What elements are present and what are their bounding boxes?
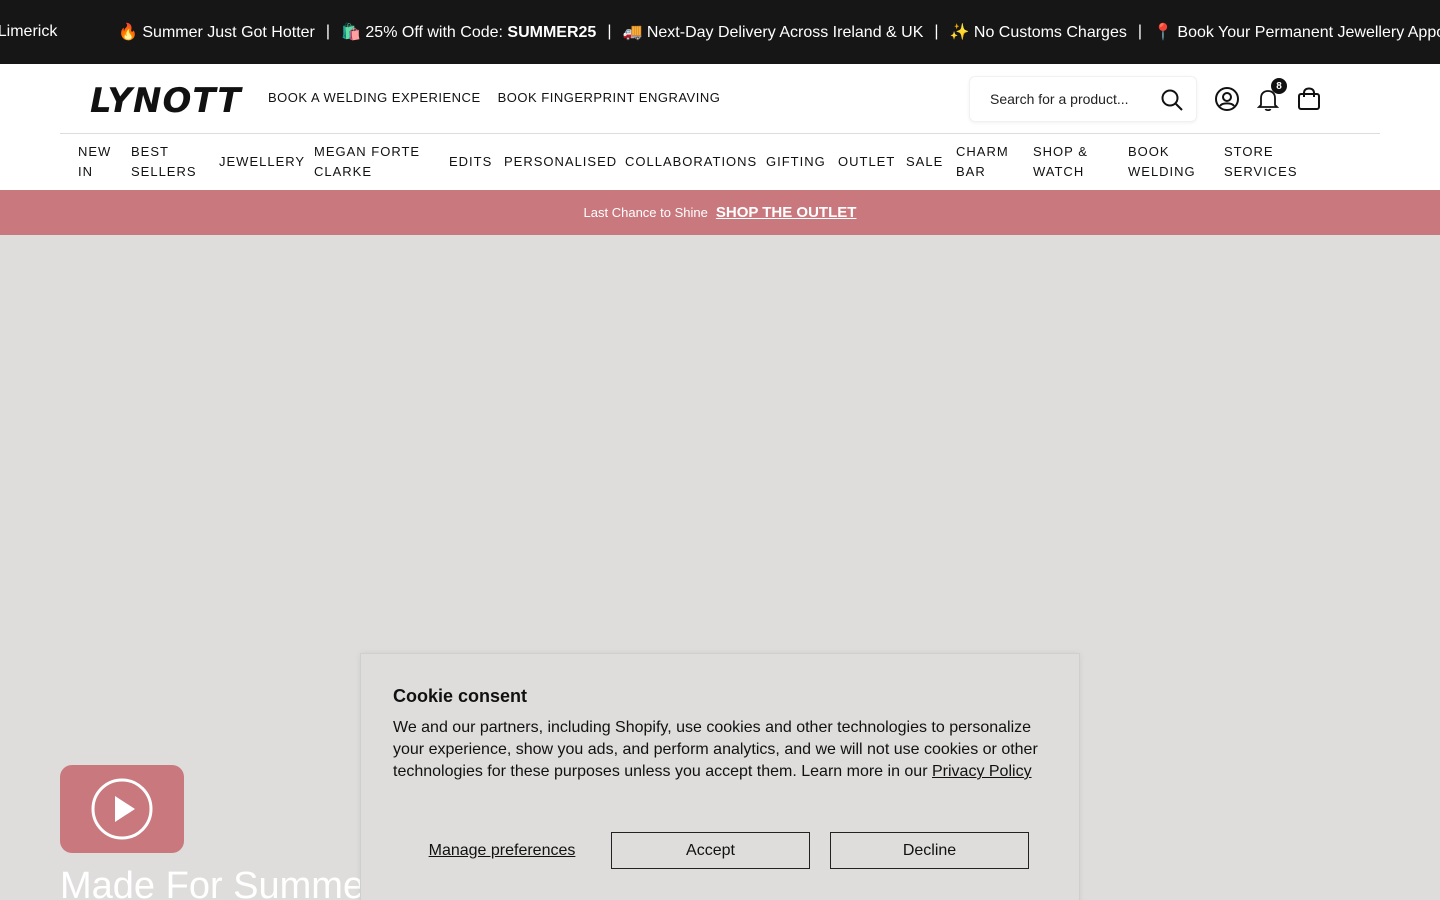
top-links: BOOK A WELDING EXPERIENCE BOOK FINGERPRI… <box>268 90 720 105</box>
site-header: LYNOTT BOOK A WELDING EXPERIENCE BOOK FI… <box>0 64 1440 190</box>
nav-item-gifting[interactable]: GIFTING <box>766 142 838 172</box>
search-placeholder: Search for a product... <box>990 91 1129 107</box>
search-input[interactable]: Search for a product... <box>969 76 1197 122</box>
announcement-separator: | <box>934 23 939 40</box>
book-fingerprint-engraving-link[interactable]: BOOK FINGERPRINT ENGRAVING <box>498 90 721 105</box>
play-button[interactable] <box>60 765 184 853</box>
cookie-body: We and our partners, including Shopify, … <box>393 719 1038 780</box>
accept-button[interactable]: Accept <box>611 832 810 869</box>
nav-item-megan-forte-clarke[interactable]: MEGAN FORTE CLARKE <box>314 142 449 182</box>
nav-item-sale[interactable]: SALE <box>906 142 956 172</box>
nav-item-new-in[interactable]: NEW IN <box>78 142 131 182</box>
announcement-item: 🔥 Summer Just Got Hotter <box>118 24 315 41</box>
announcement-item: 🚚 Next-Day Delivery Across Ireland & UK <box>622 24 924 41</box>
announcement-item[interactable]: 📍 Book Your Permanent Jewellery Appointm <box>1153 22 1440 42</box>
privacy-policy-link[interactable]: Privacy Policy <box>932 763 1032 780</box>
announcement-item: 🛍️ 25% Off with Code: SUMMER25 <box>341 24 597 41</box>
play-icon <box>91 778 153 840</box>
nav-item-shop-and-watch[interactable]: SHOP & WATCH <box>1033 142 1128 182</box>
logo[interactable]: LYNOTT <box>90 81 242 121</box>
announcement-track: 🔥 Summer Just Got Hotter | 🛍️ 25% Off wi… <box>118 0 1440 64</box>
cookie-actions: Manage preferences Accept Decline <box>393 832 1029 869</box>
nav-item-charm-bar[interactable]: CHARM BAR <box>956 142 1033 182</box>
promo-text: Last Chance to Shine <box>583 205 708 220</box>
hero-title: Made For Summer <box>60 865 377 900</box>
header-divider <box>60 133 1380 134</box>
nav-item-outlet[interactable]: OUTLET <box>838 142 906 172</box>
search-icon[interactable] <box>1160 88 1184 112</box>
announcement-bar: r Limerick 🔥 Summer Just Got Hotter | 🛍️… <box>0 0 1440 64</box>
nav-item-collaborations[interactable]: COLLABORATIONS <box>625 142 766 172</box>
announcement-item: ✨ No Customs Charges <box>949 24 1127 41</box>
nav-item-book-welding[interactable]: BOOK WELDING <box>1128 142 1224 182</box>
nav-item-edits[interactable]: EDITS <box>449 142 504 172</box>
notification-badge: 8 <box>1271 78 1287 94</box>
cookie-consent-dialog: Cookie consent We and our partners, incl… <box>360 653 1080 900</box>
announcement-separator: | <box>607 23 612 40</box>
decline-button[interactable]: Decline <box>830 832 1029 869</box>
nav-item-store-services[interactable]: STORE SERVICES <box>1224 142 1304 182</box>
bag-icon[interactable] <box>1296 86 1322 112</box>
announcement-fragment: r Limerick <box>0 23 58 40</box>
manage-preferences-link[interactable]: Manage preferences <box>393 842 611 860</box>
nav-item-best-sellers[interactable]: BEST SELLERS <box>131 142 219 182</box>
promo-banner: Last Chance to Shine SHOP THE OUTLET <box>0 190 1440 235</box>
account-icon[interactable] <box>1214 86 1240 112</box>
nav-item-jewellery[interactable]: JEWELLERY <box>219 142 314 172</box>
shop-outlet-link[interactable]: SHOP THE OUTLET <box>716 204 857 221</box>
nav-item-personalised[interactable]: PERSONALISED <box>504 142 625 172</box>
announcement-separator: | <box>325 23 331 40</box>
main-nav: NEW IN BEST SELLERS JEWELLERY MEGAN FORTE C… <box>78 142 1304 182</box>
cookie-title: Cookie consent <box>393 686 528 706</box>
announcement-separator: | <box>1137 23 1143 40</box>
book-welding-experience-link[interactable]: BOOK A WELDING EXPERIENCE <box>268 90 481 105</box>
